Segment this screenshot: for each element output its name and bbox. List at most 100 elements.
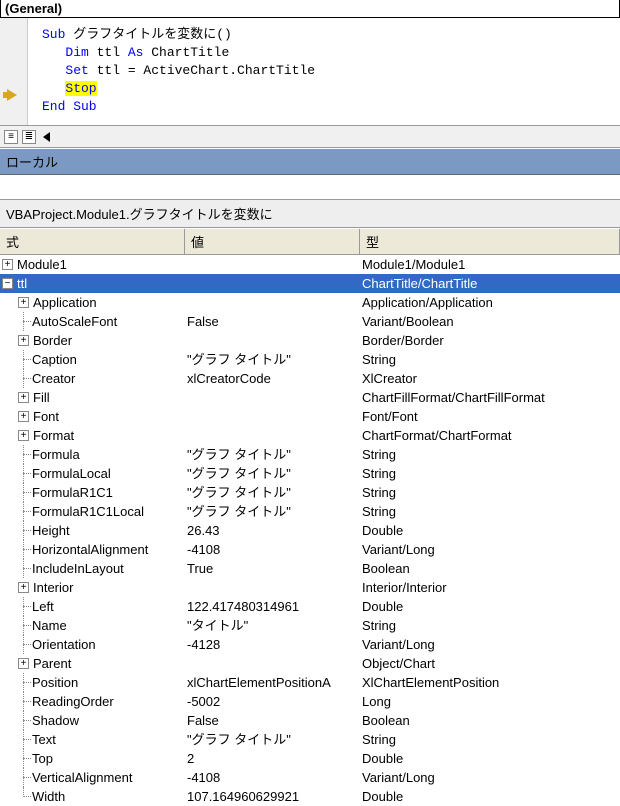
tree-indent: [0, 521, 16, 540]
table-row[interactable]: +ParentObject/Chart: [0, 654, 620, 673]
collapse-icon[interactable]: −: [2, 278, 13, 289]
property-name: Border: [33, 331, 72, 350]
table-row[interactable]: +FontFont/Font: [0, 407, 620, 426]
procedure-view-button[interactable]: ≡: [4, 130, 18, 144]
table-row[interactable]: PositionxlChartElementPositionAXlChartEl…: [0, 673, 620, 692]
table-row[interactable]: FormulaLocal"グラフ タイトル"String: [0, 464, 620, 483]
expand-icon[interactable]: +: [18, 392, 29, 403]
tree-cell: Caption: [0, 350, 185, 369]
locals-headers: 式 値 型: [0, 228, 620, 255]
property-name: Font: [33, 407, 59, 426]
table-row[interactable]: −ttlChartTitle/ChartTitle: [0, 274, 620, 293]
table-row[interactable]: Orientation-4128Variant/Long: [0, 635, 620, 654]
table-row[interactable]: Name"タイトル"String: [0, 616, 620, 635]
property-type: ChartFillFormat/ChartFillFormat: [360, 388, 620, 407]
scroll-left-icon[interactable]: [43, 132, 50, 142]
table-row[interactable]: Text"グラフ タイトル"String: [0, 730, 620, 749]
tree-cell: Formula: [0, 445, 185, 464]
header-expression[interactable]: 式: [0, 229, 185, 254]
property-value: "グラフ タイトル": [185, 464, 360, 483]
expand-icon[interactable]: +: [18, 430, 29, 441]
code-editor[interactable]: Sub グラフタイトルを変数に() Dim ttl As ChartTitle …: [0, 18, 620, 126]
property-type: XlChartElementPosition: [360, 673, 620, 692]
tree-indent: [0, 426, 16, 445]
tree-branch-icon: [16, 559, 32, 578]
tree-cell: HorizontalAlignment: [0, 540, 185, 559]
table-row[interactable]: ReadingOrder-5002Long: [0, 692, 620, 711]
property-type: Boolean: [360, 559, 620, 578]
expand-icon[interactable]: +: [18, 411, 29, 422]
tree-cell: Text: [0, 730, 185, 749]
tree-branch-icon: [16, 369, 32, 388]
property-value: -4108: [185, 768, 360, 787]
table-row[interactable]: VerticalAlignment-4108Variant/Long: [0, 768, 620, 787]
tree-cell: +Format: [0, 426, 185, 445]
table-row[interactable]: Top2Double: [0, 749, 620, 768]
tree-indent: [0, 673, 16, 692]
dim-type: ChartTitle: [143, 45, 229, 60]
expand-icon[interactable]: +: [2, 259, 13, 270]
code-text[interactable]: Sub グラフタイトルを変数に() Dim ttl As ChartTitle …: [28, 18, 620, 125]
context-text: VBAProject.Module1.グラフタイトルを変数に: [6, 207, 273, 222]
full-module-view-button[interactable]: ≣: [22, 130, 36, 144]
procedure-dropdown[interactable]: (General): [0, 0, 620, 18]
property-type: Double: [360, 749, 620, 768]
kw-endsub: End Sub: [42, 99, 97, 114]
context-bar[interactable]: VBAProject.Module1.グラフタイトルを変数に: [0, 199, 620, 228]
property-name: Position: [32, 673, 78, 692]
expand-icon[interactable]: +: [18, 297, 29, 308]
execution-pointer-icon: [7, 89, 17, 101]
tree-indent: [0, 483, 16, 502]
tree-cell: + Font: [0, 407, 185, 426]
property-type: ChartTitle/ChartTitle: [360, 274, 620, 293]
locals-rows: +Module1Module1/Module1−ttlChartTitle/Ch…: [0, 255, 620, 806]
tree-indent: [0, 502, 16, 521]
sub-name: グラフタイトルを変数に(): [65, 27, 231, 42]
tree-indent: [0, 654, 16, 673]
tree-branch-icon: [16, 502, 32, 521]
property-name: FormulaR1C1: [32, 483, 113, 502]
table-row[interactable]: +ApplicationApplication/Application: [0, 293, 620, 312]
code-gutter: [0, 18, 28, 125]
property-type: Double: [360, 521, 620, 540]
property-type: ChartFormat/ChartFormat: [360, 426, 620, 445]
table-row[interactable]: FormulaR1C1"グラフ タイトル"String: [0, 483, 620, 502]
table-row[interactable]: Width107.164960629921Double: [0, 787, 620, 806]
table-row[interactable]: FormulaR1C1Local"グラフ タイトル"String: [0, 502, 620, 521]
tree-branch-icon: [16, 787, 32, 806]
expand-icon[interactable]: +: [18, 582, 29, 593]
expand-icon[interactable]: +: [18, 335, 29, 346]
property-name: Width: [32, 787, 65, 806]
expand-icon[interactable]: +: [18, 658, 29, 669]
header-type[interactable]: 型: [360, 229, 620, 254]
header-value[interactable]: 値: [185, 229, 360, 254]
table-row[interactable]: AutoScaleFontFalseVariant/Boolean: [0, 312, 620, 331]
table-row[interactable]: +Module1Module1/Module1: [0, 255, 620, 274]
property-name: Caption: [32, 350, 77, 369]
property-type: String: [360, 445, 620, 464]
tree-indent: [0, 312, 16, 331]
tree-indent: [0, 445, 16, 464]
tree-cell: +Module1: [0, 255, 185, 274]
table-row[interactable]: Caption"グラフ タイトル"String: [0, 350, 620, 369]
tree-branch-icon: [16, 464, 32, 483]
table-row[interactable]: ShadowFalseBoolean: [0, 711, 620, 730]
table-row[interactable]: +BorderBorder/Border: [0, 331, 620, 350]
table-row[interactable]: +InteriorInterior/Interior: [0, 578, 620, 597]
property-name: Creator: [32, 369, 75, 388]
kw-set: Set: [65, 63, 88, 78]
table-row[interactable]: HorizontalAlignment-4108Variant/Long: [0, 540, 620, 559]
property-value: xlCreatorCode: [185, 369, 360, 388]
table-row[interactable]: Left122.417480314961Double: [0, 597, 620, 616]
table-row[interactable]: +FillChartFillFormat/ChartFillFormat: [0, 388, 620, 407]
property-value: 122.417480314961: [185, 597, 360, 616]
table-row[interactable]: +Format ChartFormat/ChartFormat: [0, 426, 620, 445]
table-row[interactable]: IncludeInLayoutTrueBoolean: [0, 559, 620, 578]
tree-cell: Creator: [0, 369, 185, 388]
property-value: "タイトル": [185, 616, 360, 635]
table-row[interactable]: CreatorxlCreatorCodeXlCreator: [0, 369, 620, 388]
tree-cell: FormulaLocal: [0, 464, 185, 483]
property-name: Formula: [32, 445, 80, 464]
table-row[interactable]: Formula"グラフ タイトル"String: [0, 445, 620, 464]
table-row[interactable]: Height26.43Double: [0, 521, 620, 540]
